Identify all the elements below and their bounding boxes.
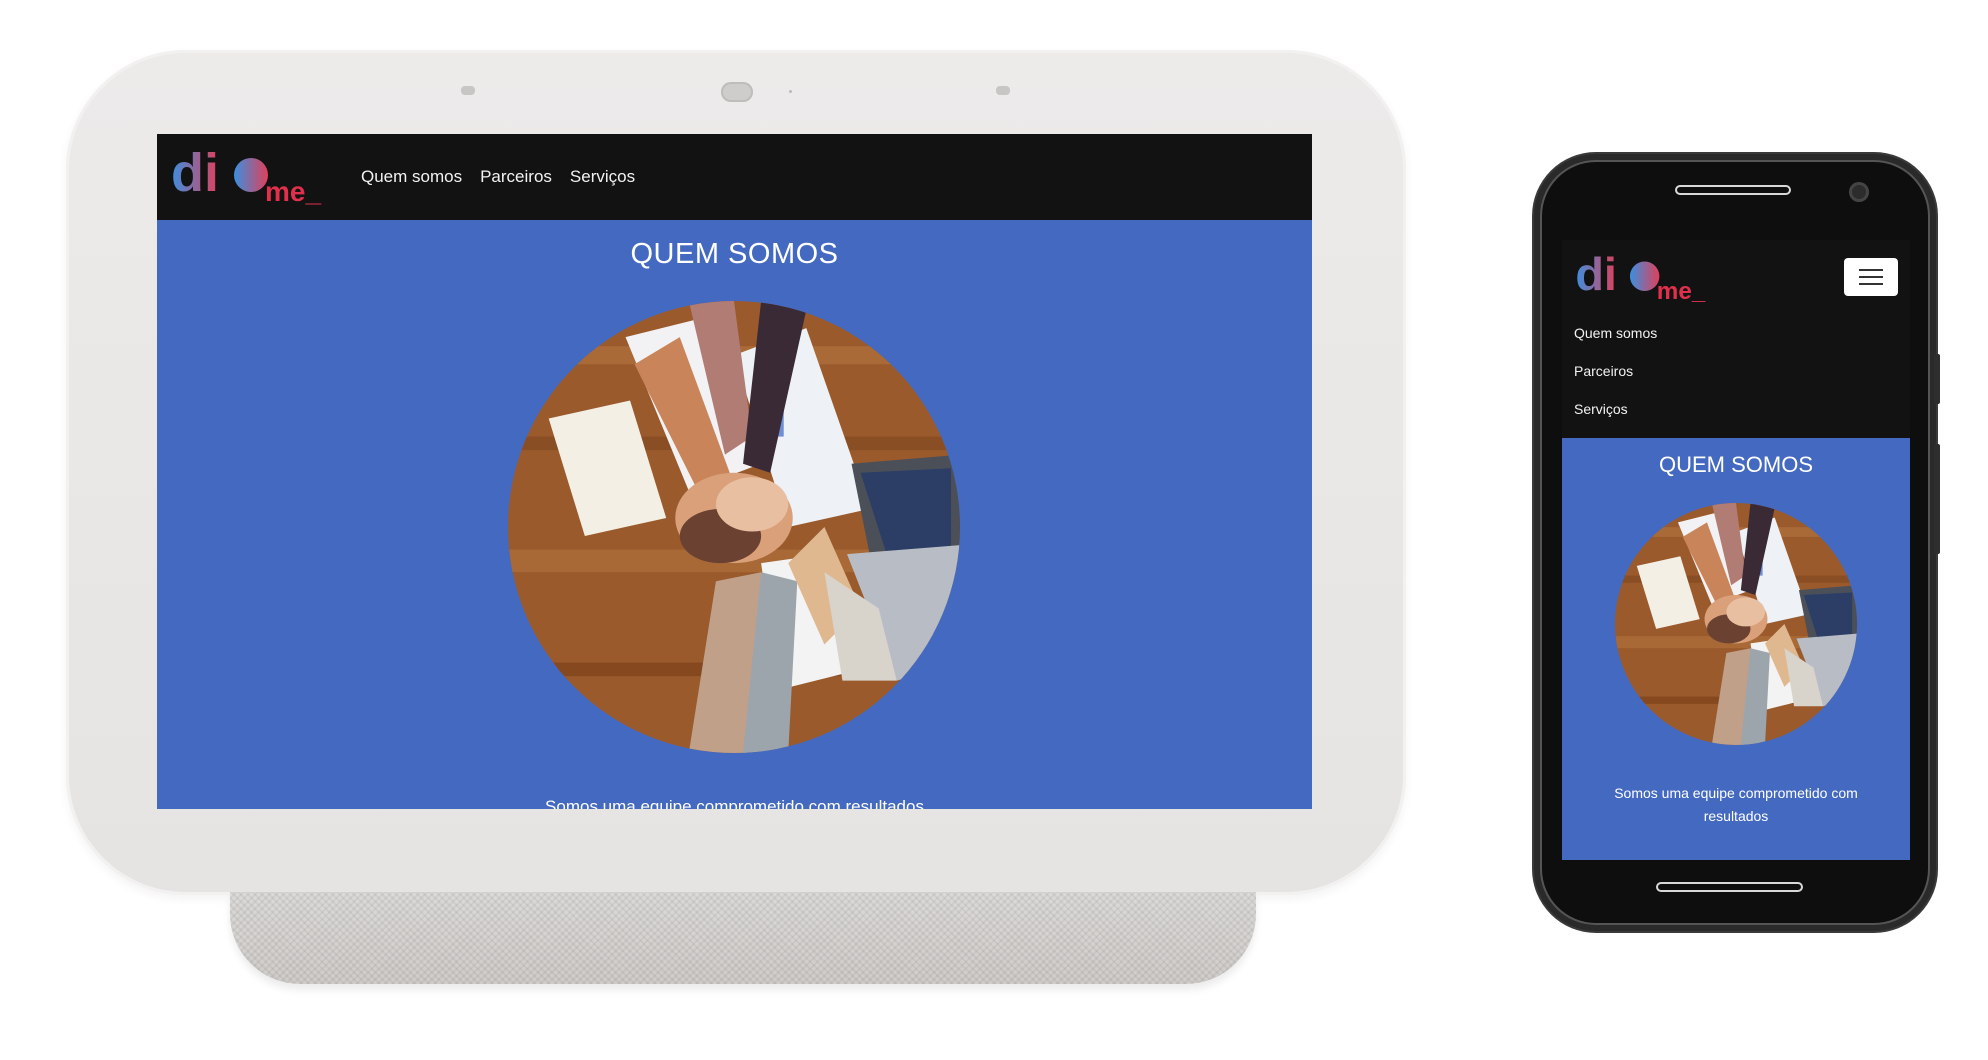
nav-link-quem-somos[interactable]: Quem somos [1574,314,1898,352]
nav-links: Quem somos Parceiros Serviços [361,167,653,187]
nav-links: Quem somos Parceiros Serviços [1574,314,1898,428]
navbar: di me_ Quem somos Parceiros Serviços [1562,240,1910,438]
section-caption: Somos uma equipe comprometido com result… [1614,785,1858,824]
section-title: QUEM SOMOS [630,238,839,270]
team-photo [508,301,960,753]
svg-text:me_: me_ [1657,278,1706,304]
sensor [789,90,792,93]
nav-link-servicos[interactable]: Serviços [1574,390,1898,428]
camera-icon [721,82,753,102]
dio-logo[interactable]: di me_ [171,147,341,207]
dio-logo[interactable]: di me_ [1574,252,1724,304]
home-indicator [1656,882,1803,892]
phone-screen: di me_ Quem somos Parceiros Serviços QUE… [1562,240,1910,860]
power-button [1934,354,1940,404]
nav-link-parceiros[interactable]: Parceiros [1574,352,1898,390]
section-caption: Somos uma equipe comprometido com result… [545,797,924,809]
navbar: di me_ Quem somos Parceiros Serviços [157,134,1312,220]
volume-button [1934,444,1940,554]
hamburger-menu-icon[interactable] [1844,258,1898,296]
svg-text:di: di [171,147,219,203]
nav-link-quem-somos[interactable]: Quem somos [361,167,462,187]
sensor [461,86,475,95]
sensor [996,86,1010,95]
smart-display-stand [230,892,1256,984]
svg-text:di: di [1575,252,1617,300]
team-photo [1615,503,1857,745]
nav-link-parceiros[interactable]: Parceiros [480,167,552,187]
nav-link-servicos[interactable]: Serviços [570,167,635,187]
svg-text:me_: me_ [265,176,321,207]
tablet-screen: di me_ Quem somos Parceiros Serviços QUE… [157,134,1312,809]
front-camera-icon [1849,182,1869,202]
section-title: QUEM SOMOS [1658,452,1813,477]
speaker [1675,185,1791,195]
